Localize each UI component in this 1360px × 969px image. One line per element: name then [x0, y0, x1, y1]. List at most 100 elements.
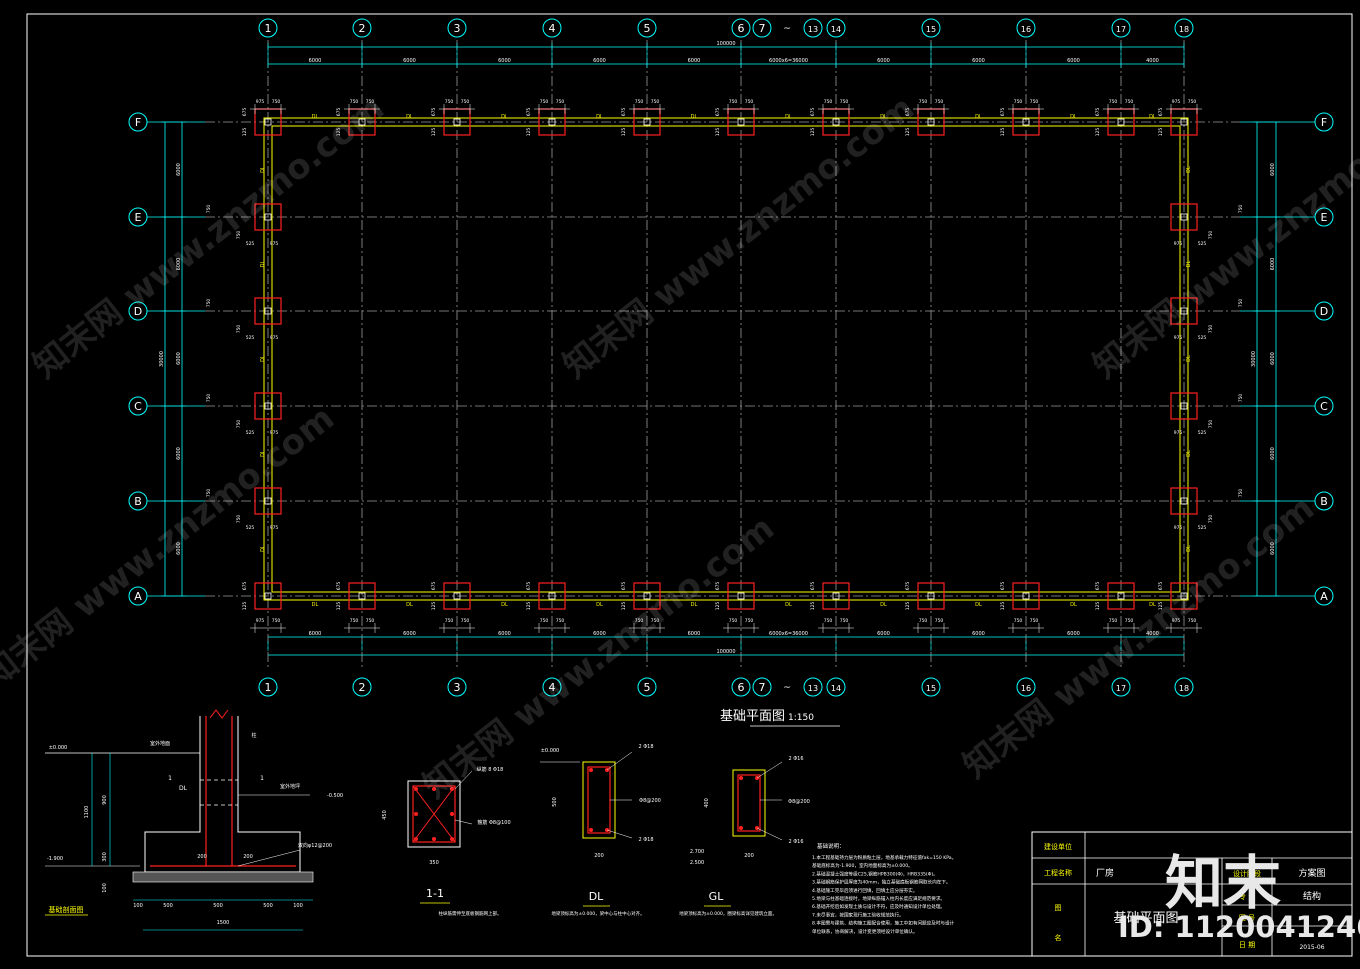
pad-dimension-text: 675 — [431, 108, 437, 117]
axis-bubble-label: 1 — [265, 22, 272, 35]
dimension-text: 500 — [163, 903, 173, 909]
axis-bubble-label: A — [1320, 590, 1328, 603]
pad-dimension-text: 750 — [935, 99, 944, 105]
rebar-dot — [739, 826, 743, 830]
pad-dimension-text: 750 — [556, 618, 565, 624]
beam-label: DL — [596, 114, 603, 120]
beam-label: DL — [1186, 450, 1192, 457]
label: 1 — [260, 775, 264, 782]
axis-bubble-label: 6 — [738, 22, 745, 35]
dimension-text: 4000 — [1146, 58, 1159, 64]
dimension-text: 350 — [429, 860, 439, 866]
axis-bubble-label: 7 — [759, 22, 766, 35]
pad-dimension-text: 750 — [1125, 99, 1134, 105]
pad-dimension-text: 750 — [919, 99, 928, 105]
beam-label: DL — [406, 114, 413, 120]
axis-bubble-label: C — [134, 400, 142, 413]
pad-dimension-text: 125 — [905, 602, 911, 611]
beam-label: DL — [1070, 602, 1077, 608]
pad-dimension-text: 750 — [1238, 489, 1244, 498]
rebar-dot — [414, 812, 418, 816]
pad-dimension-text: 125 — [242, 128, 248, 137]
pad-dimension-text: 750 — [206, 394, 212, 403]
beam-label: DL — [1186, 545, 1192, 552]
dimension-text: 6000 — [309, 58, 322, 64]
axis-bubble-label: 14 — [831, 25, 841, 34]
pad-dimension-text: 750 — [1014, 618, 1023, 624]
axis-bubble-label: 15 — [926, 684, 936, 693]
pad-dimension-text: 675 — [1095, 108, 1101, 117]
dimension-text: 6000 — [176, 352, 182, 365]
dimension-text: 6000 — [1067, 58, 1080, 64]
pad-dimension-text: 750 — [1208, 231, 1214, 240]
pad-dimension-text: 125 — [810, 128, 816, 137]
axis-bubble-label: E — [135, 211, 142, 224]
rebar-label: 2 Φ16 — [788, 756, 803, 762]
plan-scale: 1:150 — [788, 713, 814, 723]
axis-bubble-label: 2 — [359, 22, 366, 35]
pad-dimension-text: 750 — [366, 618, 375, 624]
pad-dimension-text: 750 — [540, 618, 549, 624]
pad-dimension-text: 750 — [272, 99, 281, 105]
beam-label: DL — [880, 602, 887, 608]
dimension-text: 500 — [263, 903, 273, 909]
pad-dimension-text: 125 — [431, 128, 437, 137]
dimension-text: 6000 — [688, 58, 701, 64]
dimension-text: 200 — [243, 854, 253, 860]
pad-dimension-text: 750 — [1238, 394, 1244, 403]
dimension-text: 500 — [552, 797, 558, 807]
label: 柱 — [251, 732, 256, 739]
elevation: 2.500 — [690, 860, 704, 866]
rebar-dot — [432, 837, 436, 841]
gravel-bed — [132, 871, 314, 883]
rebar-label: 箍筋 Φ8@100 — [477, 819, 510, 826]
rebar-dot — [589, 768, 593, 772]
elevation: ±0.000 — [541, 748, 560, 754]
dimension-text: 1500 — [217, 920, 230, 926]
pad-dimension-text: 675 — [336, 582, 342, 591]
axis-bubble-label: 18 — [1179, 25, 1189, 34]
pad-dimension-text: 525 — [1198, 430, 1207, 436]
rebar-label: Φ8@200 — [788, 799, 810, 805]
beam-label: DL — [312, 602, 319, 608]
dimension-text: 6000 — [972, 58, 985, 64]
rebar-label: Φ8@200 — [639, 798, 661, 804]
pad-dimension-text: 675 — [810, 108, 816, 117]
pad-dimension-text: 675 — [1095, 582, 1101, 591]
pad-dimension-text: 975 — [1174, 241, 1183, 247]
beam-label: DL — [406, 602, 413, 608]
title-block-value: 结构 — [1303, 890, 1321, 902]
label: 1 — [168, 775, 172, 782]
pad-dimension-text: 750 — [745, 99, 754, 105]
pad-dimension-text: 750 — [236, 325, 242, 334]
pad-dimension-text: 675 — [1158, 108, 1164, 117]
elevation: ±0.000 — [49, 745, 68, 751]
pad-dimension-text: 525 — [246, 525, 255, 531]
pad-dimension-text: 750 — [935, 618, 944, 624]
dimension-text: 6000 — [176, 163, 182, 176]
dimension-text: 30000 — [1251, 351, 1257, 367]
axis-bubble-label: F — [135, 116, 141, 129]
notes-line: 4.基础施工完毕后须进行回填，回填土应分层夯实。 — [812, 887, 917, 894]
dimension-text: 6000 — [593, 58, 606, 64]
pad-dimension-text: 750 — [1238, 205, 1244, 214]
pad-dimension-text: 125 — [1158, 128, 1164, 137]
dimension-text: 200 — [744, 853, 754, 859]
pad-dimension-text: 125 — [715, 128, 721, 137]
pad-dimension-text: 750 — [272, 618, 281, 624]
pad-dimension-text: 125 — [621, 128, 627, 137]
pad-dimension-text: 750 — [1109, 99, 1118, 105]
pad-dimension-text: 525 — [246, 335, 255, 341]
pad-dimension-text: 750 — [1208, 325, 1214, 334]
title-block-label: 名 — [1055, 933, 1062, 942]
pad-dimension-text: 525 — [246, 241, 255, 247]
axis-bubble-label: 16 — [1021, 25, 1031, 34]
pad-dimension-text: 750 — [236, 515, 242, 524]
pad-dimension-text: 975 — [1174, 430, 1183, 436]
pad-dimension-text: 975 — [1172, 99, 1181, 105]
rebar-label: 双向φ12@200 — [298, 842, 332, 849]
pad-dimension-text: 675 — [242, 582, 248, 591]
axis-bubble-label: 7 — [759, 681, 766, 694]
pad-dimension-text: 750 — [350, 618, 359, 624]
notes-line: 基础底标高为-1.900，室内地面标高为±0.000。 — [812, 862, 913, 869]
